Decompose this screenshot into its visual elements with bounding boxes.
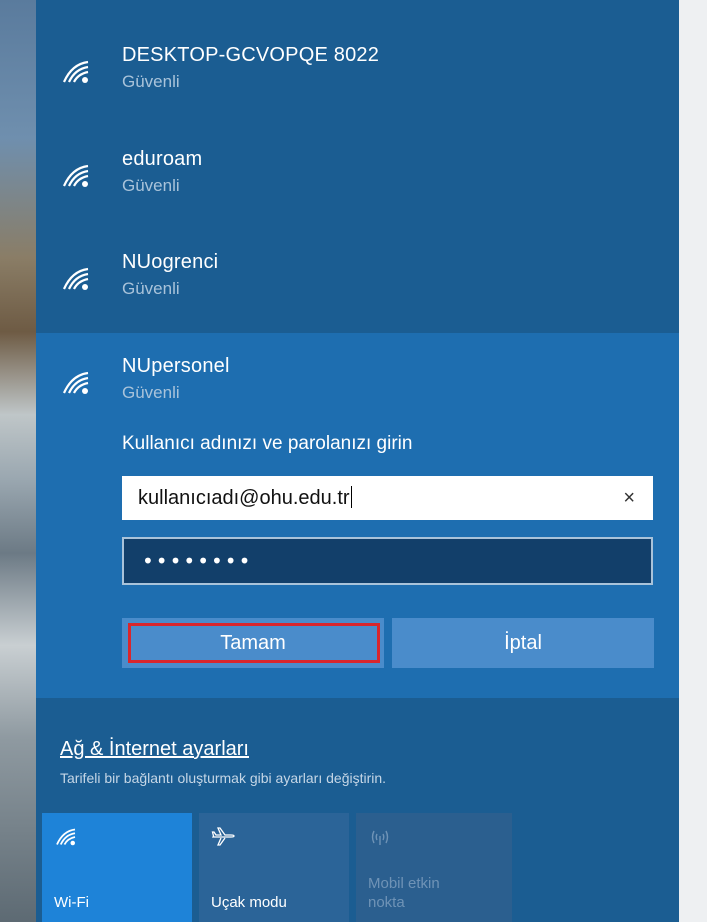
password-field[interactable]: •••••••• xyxy=(122,537,653,585)
network-status: Güvenli xyxy=(122,383,180,402)
clear-icon[interactable]: × xyxy=(623,487,635,509)
network-status: Güvenli xyxy=(122,72,180,91)
selected-network-panel: NUpersonel Güvenli Kullanıcı adınızı ve … xyxy=(36,333,679,698)
wifi-signal-icon xyxy=(62,267,89,290)
cancel-button[interactable]: İptal xyxy=(392,618,654,668)
wifi-signal-icon xyxy=(62,371,89,394)
wifi-toggle-tile[interactable]: Wi-Fi xyxy=(42,813,192,922)
airplane-mode-tile[interactable]: Uçak modu xyxy=(199,813,349,922)
airplane-tile-label: Uçak modu xyxy=(211,894,287,911)
network-settings-link[interactable]: Ağ & İnternet ayarları xyxy=(60,738,249,761)
hotspot-label-line2: nokta xyxy=(368,894,405,911)
hotspot-tile-label: Mobil etkin nokta xyxy=(368,874,440,912)
airplane-icon xyxy=(211,827,235,846)
credentials-prompt: Kullanıcı adınızı ve parolanızı girin xyxy=(122,433,413,454)
highlight-outline xyxy=(128,623,380,663)
network-name: eduroam xyxy=(122,148,203,170)
username-value: kullanıcıadı@ohu.edu.tr xyxy=(138,487,350,509)
text-caret xyxy=(350,486,353,508)
wifi-tile-label: Wi-Fi xyxy=(54,894,89,911)
network-settings-description: Tarifeli bir bağlantı oluşturmak gibi ay… xyxy=(60,770,387,786)
page-margin xyxy=(679,0,707,922)
desktop-background xyxy=(0,0,36,922)
network-status: Güvenli xyxy=(122,279,180,298)
network-item[interactable]: eduroam Güvenli xyxy=(36,140,679,230)
hotspot-label-line1: Mobil etkin xyxy=(368,875,440,892)
password-mask: •••••••• xyxy=(142,549,253,573)
wifi-signal-icon xyxy=(62,60,89,83)
network-name: NUogrenci xyxy=(122,251,219,273)
hotspot-icon xyxy=(371,830,389,845)
network-item[interactable]: DESKTOP-GCVOPQE 8022 Güvenli xyxy=(36,36,679,126)
network-flyout: DESKTOP-GCVOPQE 8022 Güvenli eduroam Güv… xyxy=(36,0,679,922)
mobile-hotspot-tile: Mobil etkin nokta xyxy=(356,813,512,922)
network-name: NUpersonel xyxy=(122,355,230,377)
network-item[interactable]: NUogrenci Güvenli xyxy=(36,243,679,333)
username-field[interactable]: kullanıcıadı@ohu.edu.tr × xyxy=(122,476,653,520)
wifi-icon xyxy=(56,828,76,846)
network-name: DESKTOP-GCVOPQE 8022 xyxy=(122,44,380,66)
selected-network-header[interactable]: NUpersonel Güvenli xyxy=(36,347,679,427)
wifi-signal-icon xyxy=(62,164,89,187)
network-status: Güvenli xyxy=(122,176,180,195)
